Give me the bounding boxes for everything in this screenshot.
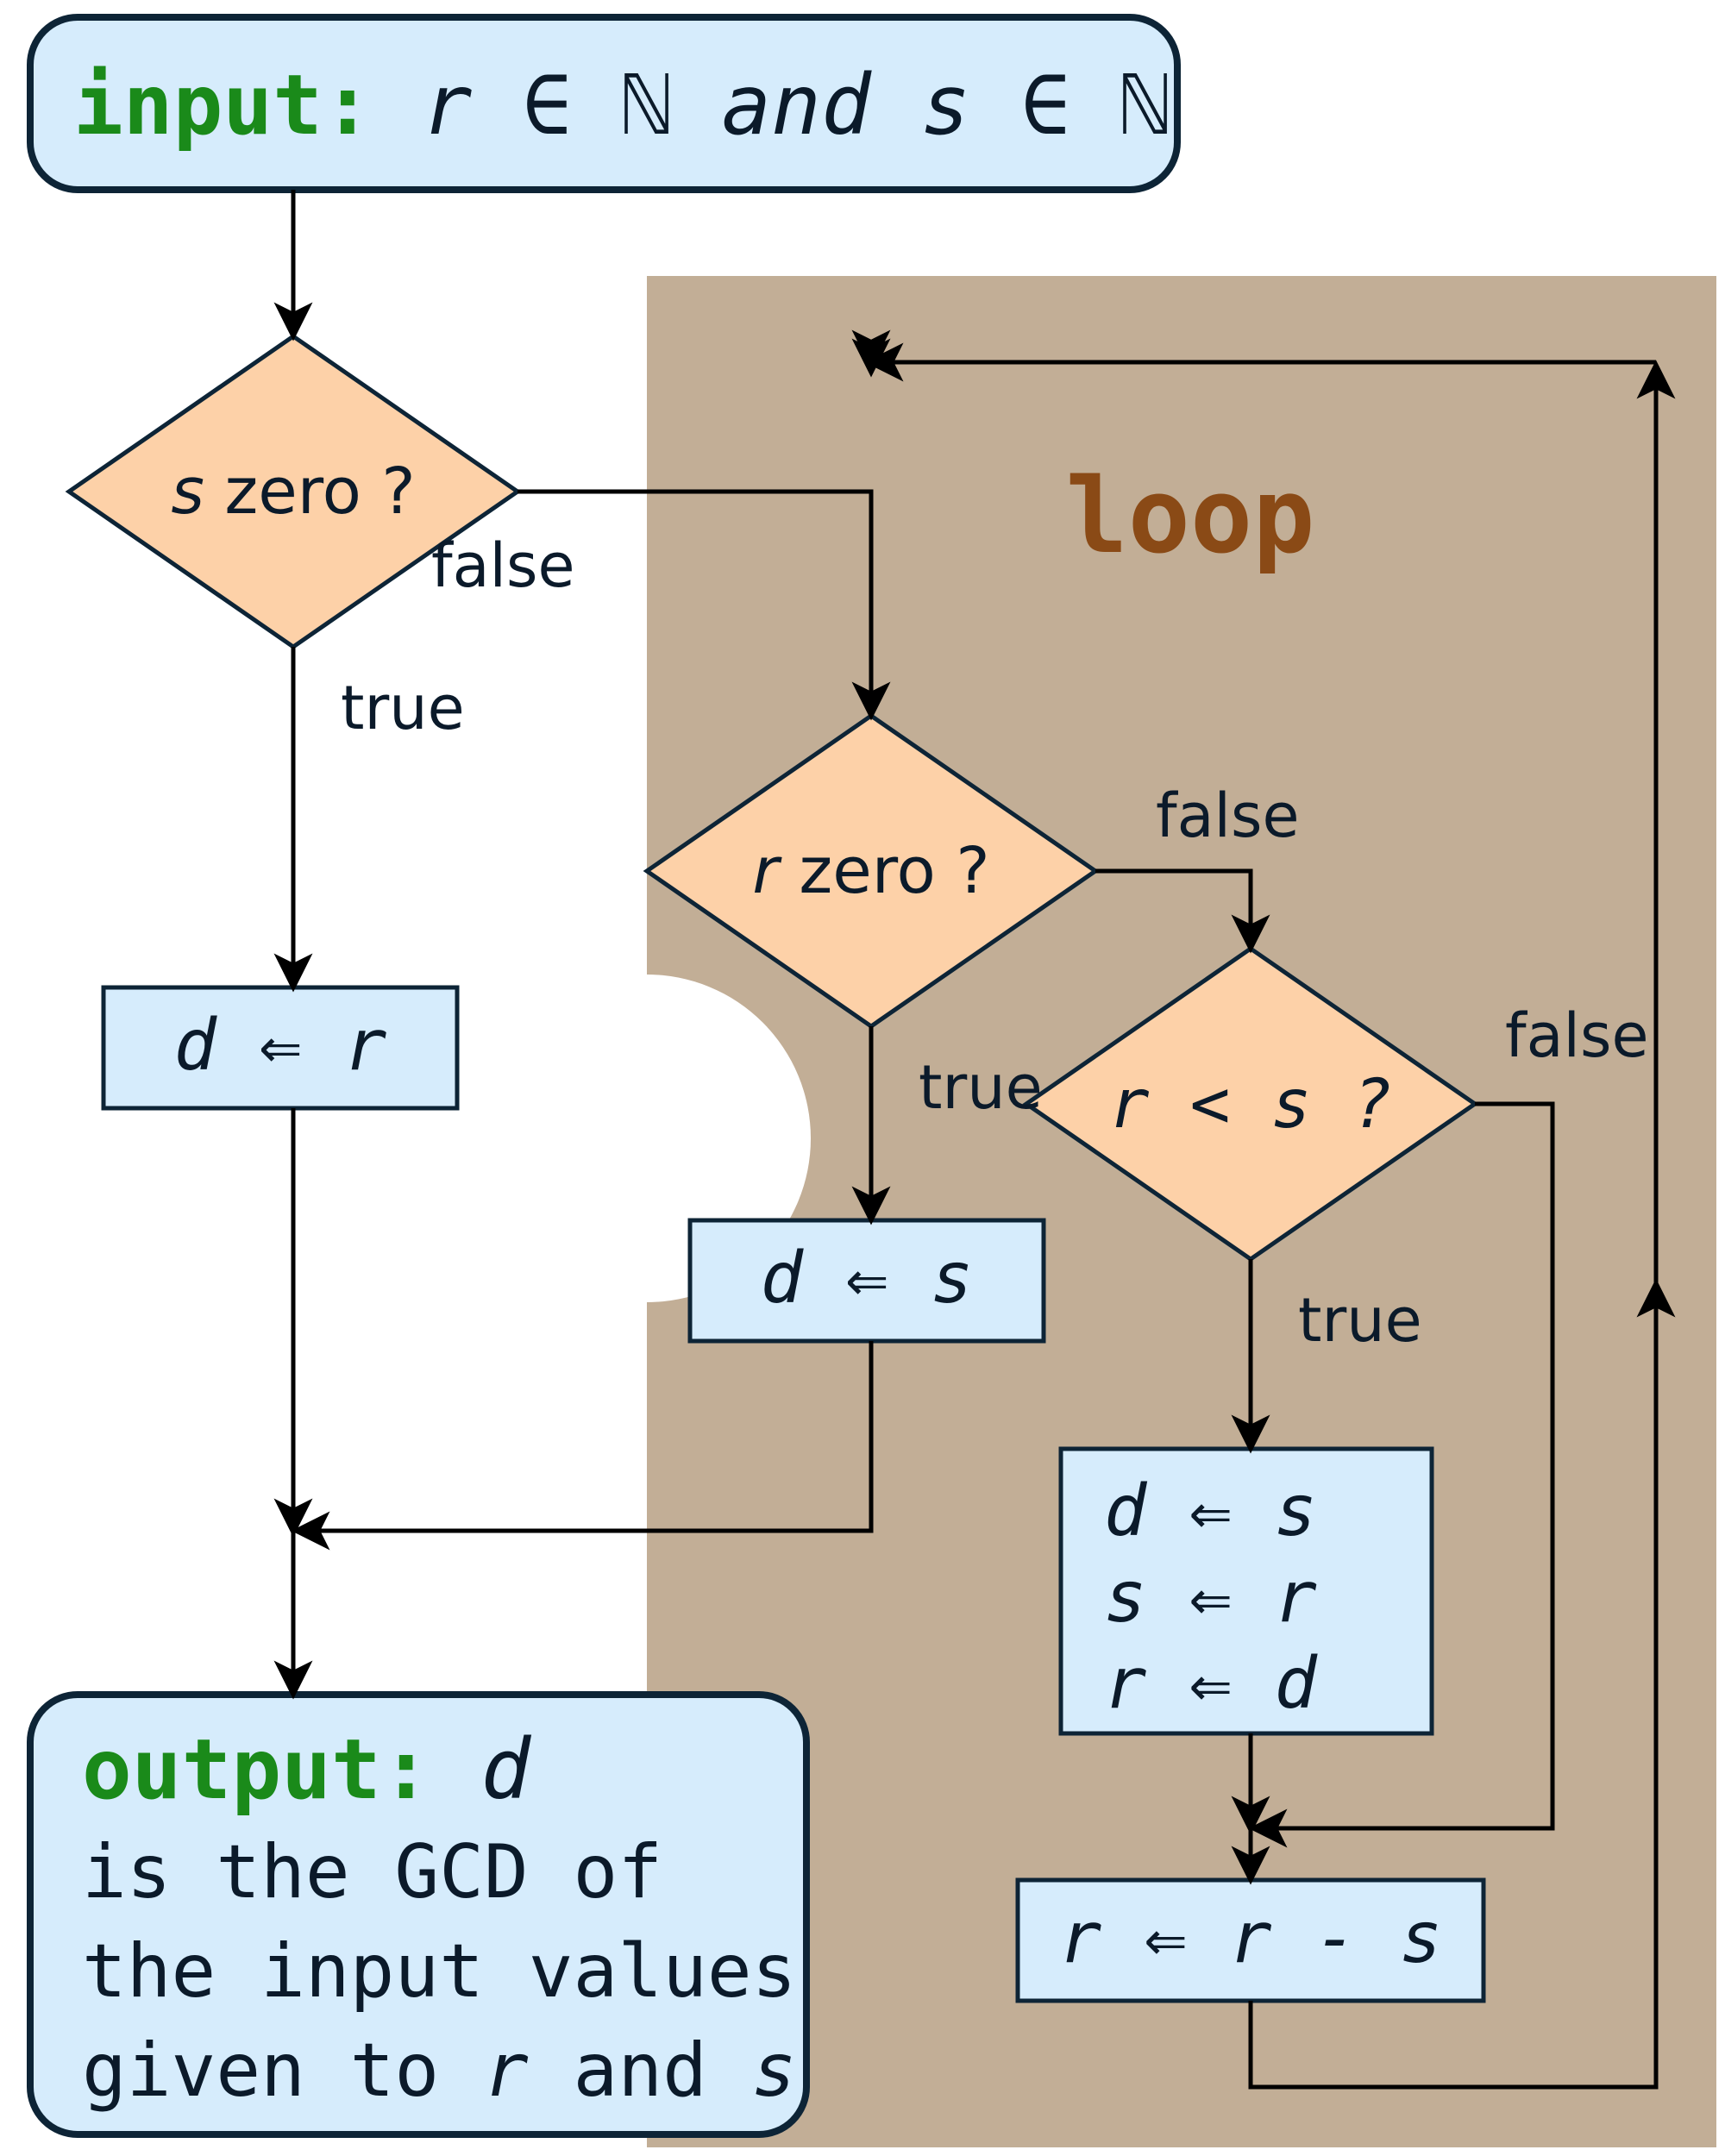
- output-box: output: d is the GCD of the input values…: [30, 1695, 806, 2134]
- input-expr: r ∈ ℕ and s ∈ ℕ: [373, 57, 1170, 154]
- svg-text:ss zero ? zero ?: ss zero ? zero ?: [171, 454, 415, 529]
- svg-text:r zero ?: r zero ?: [752, 834, 989, 908]
- svg-text:r ⇐ d: r ⇐ d: [1104, 1643, 1318, 1725]
- output-line2: the input values: [82, 1928, 796, 2015]
- output-keyword: output:: [82, 1721, 431, 1818]
- svg-text:r ⇐ r - s: r ⇐ r - s: [1059, 1897, 1442, 1979]
- svg-text:input: r ∈ ℕ and s ∈ ℕ: input: r ∈ ℕ and s ∈ ℕ: [73, 57, 1170, 154]
- label-szero-true: true: [341, 673, 465, 743]
- svg-text:given to r and s: given to r and s: [82, 2028, 796, 2114]
- input-keyword: input:: [73, 57, 373, 154]
- loop-label: loop: [1066, 457, 1315, 577]
- svg-text:d ⇐ r: d ⇐ r: [174, 1005, 387, 1087]
- label-rzero-true: true: [919, 1052, 1043, 1123]
- svg-text:s ⇐ r: s ⇐ r: [1104, 1557, 1317, 1639]
- label-szero-false: false: [431, 530, 575, 601]
- proc-r-sub: r ⇐ r - s: [1018, 1880, 1484, 2001]
- svg-text:d ⇐ s: d ⇐ s: [761, 1238, 974, 1319]
- proc-d-gets-r: d ⇐ r: [104, 987, 457, 1108]
- output-line1: is the GCD of: [82, 1829, 662, 1915]
- svg-text:d ⇐ s: d ⇐ s: [1104, 1470, 1317, 1552]
- label-rzero-false: false: [1156, 780, 1300, 851]
- svg-text:output: d: output: d: [82, 1721, 531, 1818]
- label-rlts-false: false: [1505, 1000, 1649, 1071]
- input-box: input: r ∈ ℕ and s ∈ ℕ: [30, 17, 1177, 190]
- label-rlts-true: true: [1298, 1285, 1422, 1356]
- output-var: d: [431, 1721, 532, 1818]
- proc-d-gets-s: d ⇐ s: [690, 1220, 1044, 1341]
- svg-text:r < s ?: r < s ?: [1109, 1066, 1393, 1144]
- proc-swap: d ⇐ s s ⇐ r r ⇐ d: [1061, 1449, 1432, 1733]
